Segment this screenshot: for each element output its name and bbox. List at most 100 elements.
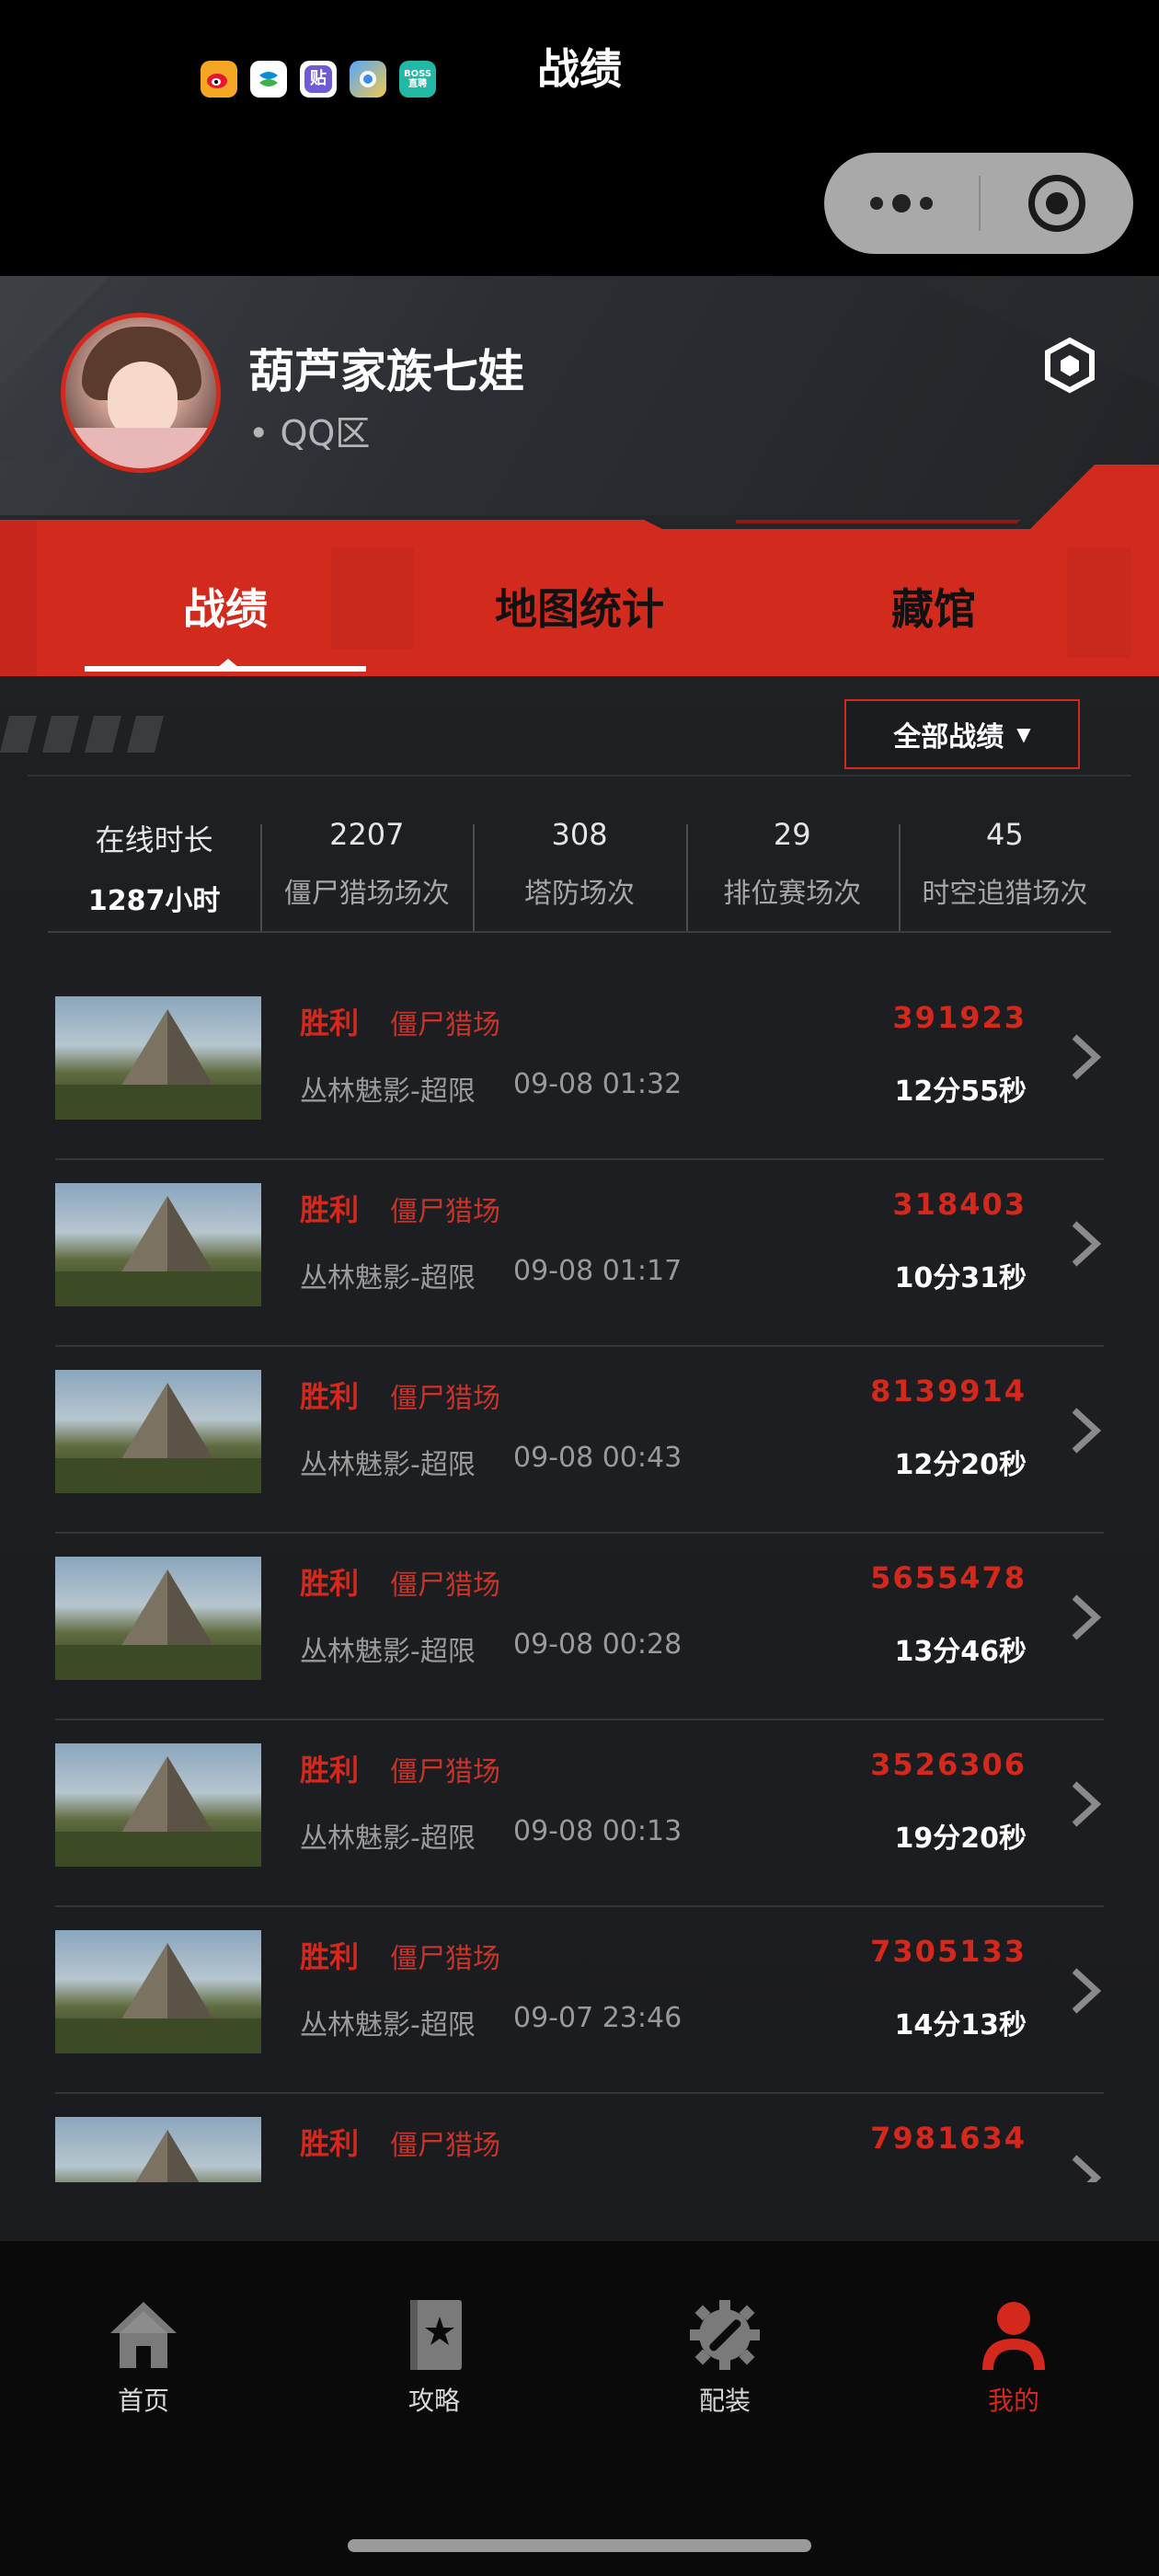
match-mode: 僵尸猎场 (390, 1570, 500, 1602)
match-mode: 僵尸猎场 (390, 1383, 500, 1415)
stat-ranked: 29 排位赛场次 (685, 800, 899, 933)
stats-summary: 在线时长 1287小时 2207 僵尸猎场场次 308 塔防场次 29 排位赛场… (48, 800, 1111, 933)
chevron-right-icon (1072, 1221, 1102, 1267)
chevron-right-icon (1072, 1781, 1102, 1827)
map-thumbnail (55, 1183, 261, 1306)
tab-label: 配装 (698, 2386, 751, 2416)
bottom-tab-bar: 首页 攻略 配装 我的 (0, 2241, 1159, 2576)
match-map: 丛林魅影-超限 (300, 1823, 476, 1855)
home-indicator (348, 2539, 811, 2552)
gear-wrench-icon (690, 2300, 760, 2370)
hexagon-settings-icon[interactable] (1041, 337, 1098, 394)
stat-label: 时空追猎场次 (922, 878, 1088, 910)
close-mini-program-button[interactable] (981, 153, 1133, 254)
tab-collection[interactable]: 藏馆 (819, 576, 1049, 637)
match-item[interactable]: 胜利 僵尸猎场 丛林魅影-超限 09-08 00:13 3526306 19分2… (55, 1719, 1104, 1907)
match-map: 丛林魅影-超限 (300, 2009, 476, 2041)
guide-book-icon (410, 2300, 462, 2370)
match-result: 胜利 (300, 1379, 360, 1414)
avatar[interactable] (61, 313, 221, 473)
map-thumbnail (55, 1370, 261, 1493)
match-result: 胜利 (300, 1753, 360, 1788)
match-duration: 19分20秒 (894, 1823, 1027, 1855)
match-map: 丛林魅影-超限 (300, 1449, 476, 1481)
tab-label: 首页 (117, 2386, 169, 2416)
match-mode: 僵尸猎场 (390, 1943, 500, 1975)
match-duration: 13分46秒 (894, 1636, 1027, 1668)
match-score: 318403 (892, 1187, 1027, 1222)
match-result: 胜利 (300, 1939, 360, 1974)
more-dot-icon (870, 197, 883, 210)
chevron-right-icon (1072, 2155, 1102, 2182)
map-thumbnail (55, 1930, 261, 2053)
username: 葫芦家族七娃 (248, 345, 524, 398)
match-item[interactable]: 胜利 僵尸猎场 丛林魅影-超限 09-08 00:43 8139914 12分2… (55, 1346, 1104, 1534)
more-dot-icon (892, 194, 911, 213)
stat-value: 45 (986, 817, 1024, 852)
map-thumbnail (55, 2117, 261, 2182)
stat-value: 308 (551, 817, 608, 852)
match-duration: 14分13秒 (894, 2009, 1027, 2041)
match-score: 7305133 (870, 1934, 1027, 1969)
divider (48, 931, 1111, 933)
profile-icon (982, 2302, 1045, 2370)
tab-map-stats[interactable]: 地图统计 (442, 576, 717, 637)
match-time: 09-08 00:28 (513, 1628, 683, 1661)
stat-zombie-hunt: 2207 僵尸猎场场次 (260, 800, 473, 933)
tab-me[interactable]: 我的 (922, 2298, 1106, 2418)
match-map: 丛林魅影-超限 (300, 1262, 476, 1294)
home-icon (110, 2302, 177, 2368)
stat-label: 塔防场次 (524, 878, 635, 910)
match-score: 391923 (892, 1000, 1027, 1035)
match-score: 7981634 (870, 2121, 1027, 2156)
active-tab-caret-icon (217, 659, 239, 668)
match-item[interactable]: 胜利 僵尸猎场 丛林魅影-超限 09-08 01:17 318403 10分31… (55, 1159, 1104, 1347)
match-result: 胜利 (300, 1566, 360, 1601)
tab-label: 我的 (987, 2386, 1039, 2416)
mini-program-capsule (824, 153, 1133, 254)
record-filter-dropdown[interactable]: 全部战绩 ▼ (844, 699, 1080, 769)
tab-record[interactable]: 战绩 (85, 576, 366, 637)
divider (28, 775, 1131, 776)
stat-tower-defense: 308 塔防场次 (473, 800, 685, 933)
target-close-icon (1028, 175, 1085, 232)
tab-loadout[interactable]: 配装 (633, 2298, 817, 2418)
map-thumbnail (55, 1557, 261, 1680)
match-mode: 僵尸猎场 (390, 2130, 500, 2162)
stat-online-time: 在线时长 1287小时 (48, 800, 260, 929)
match-result: 胜利 (300, 1006, 360, 1041)
match-map: 丛林魅影-超限 (300, 1636, 476, 1668)
match-score: 5655478 (870, 1560, 1027, 1595)
map-thumbnail (55, 996, 261, 1120)
tab-label: 攻略 (407, 2386, 460, 2416)
chevron-right-icon (1072, 1968, 1102, 2014)
match-time: 09-08 00:43 (513, 1442, 683, 1474)
chevron-right-icon (1072, 1594, 1102, 1640)
match-time: 09-07 23:46 (513, 2002, 683, 2034)
more-button[interactable] (824, 153, 979, 254)
match-score: 3526306 (870, 1747, 1027, 1782)
tab-home[interactable]: 首页 (52, 2298, 235, 2418)
match-item[interactable]: 胜利 僵尸猎场 7981634 (55, 2093, 1104, 2182)
match-item[interactable]: 胜利 僵尸猎场 丛林魅影-超限 09-07 23:46 7305133 14分1… (55, 1906, 1104, 2094)
tab-guide[interactable]: 攻略 (342, 2298, 526, 2418)
chevron-right-icon (1072, 1408, 1102, 1454)
match-item[interactable]: 胜利 僵尸猎场 丛林魅影-超限 09-08 00:28 5655478 13分4… (55, 1533, 1104, 1720)
match-mode: 僵尸猎场 (390, 1756, 500, 1788)
page-title: 战绩 (537, 44, 622, 94)
stat-value: 2207 (329, 817, 405, 852)
map-thumbnail (55, 1743, 261, 1867)
match-mode: 僵尸猎场 (390, 1196, 500, 1228)
match-time: 09-08 00:13 (513, 1815, 683, 1847)
server-label: • QQ区 (248, 413, 371, 454)
match-item[interactable]: 胜利 僵尸猎场 丛林魅影-超限 09-08 01:32 391923 12分55… (55, 972, 1104, 1160)
match-result: 胜利 (300, 2126, 360, 2161)
match-duration: 12分20秒 (894, 1449, 1027, 1481)
match-mode: 僵尸猎场 (390, 1009, 500, 1041)
stat-value: 1287小时 (87, 885, 221, 917)
filter-label: 全部战绩 (893, 721, 1004, 753)
chevron-right-icon (1072, 1034, 1102, 1080)
match-list: 胜利 僵尸猎场 丛林魅影-超限 09-08 01:32 391923 12分55… (0, 972, 1159, 2182)
match-score: 8139914 (870, 1374, 1027, 1409)
match-duration: 12分55秒 (894, 1075, 1027, 1108)
